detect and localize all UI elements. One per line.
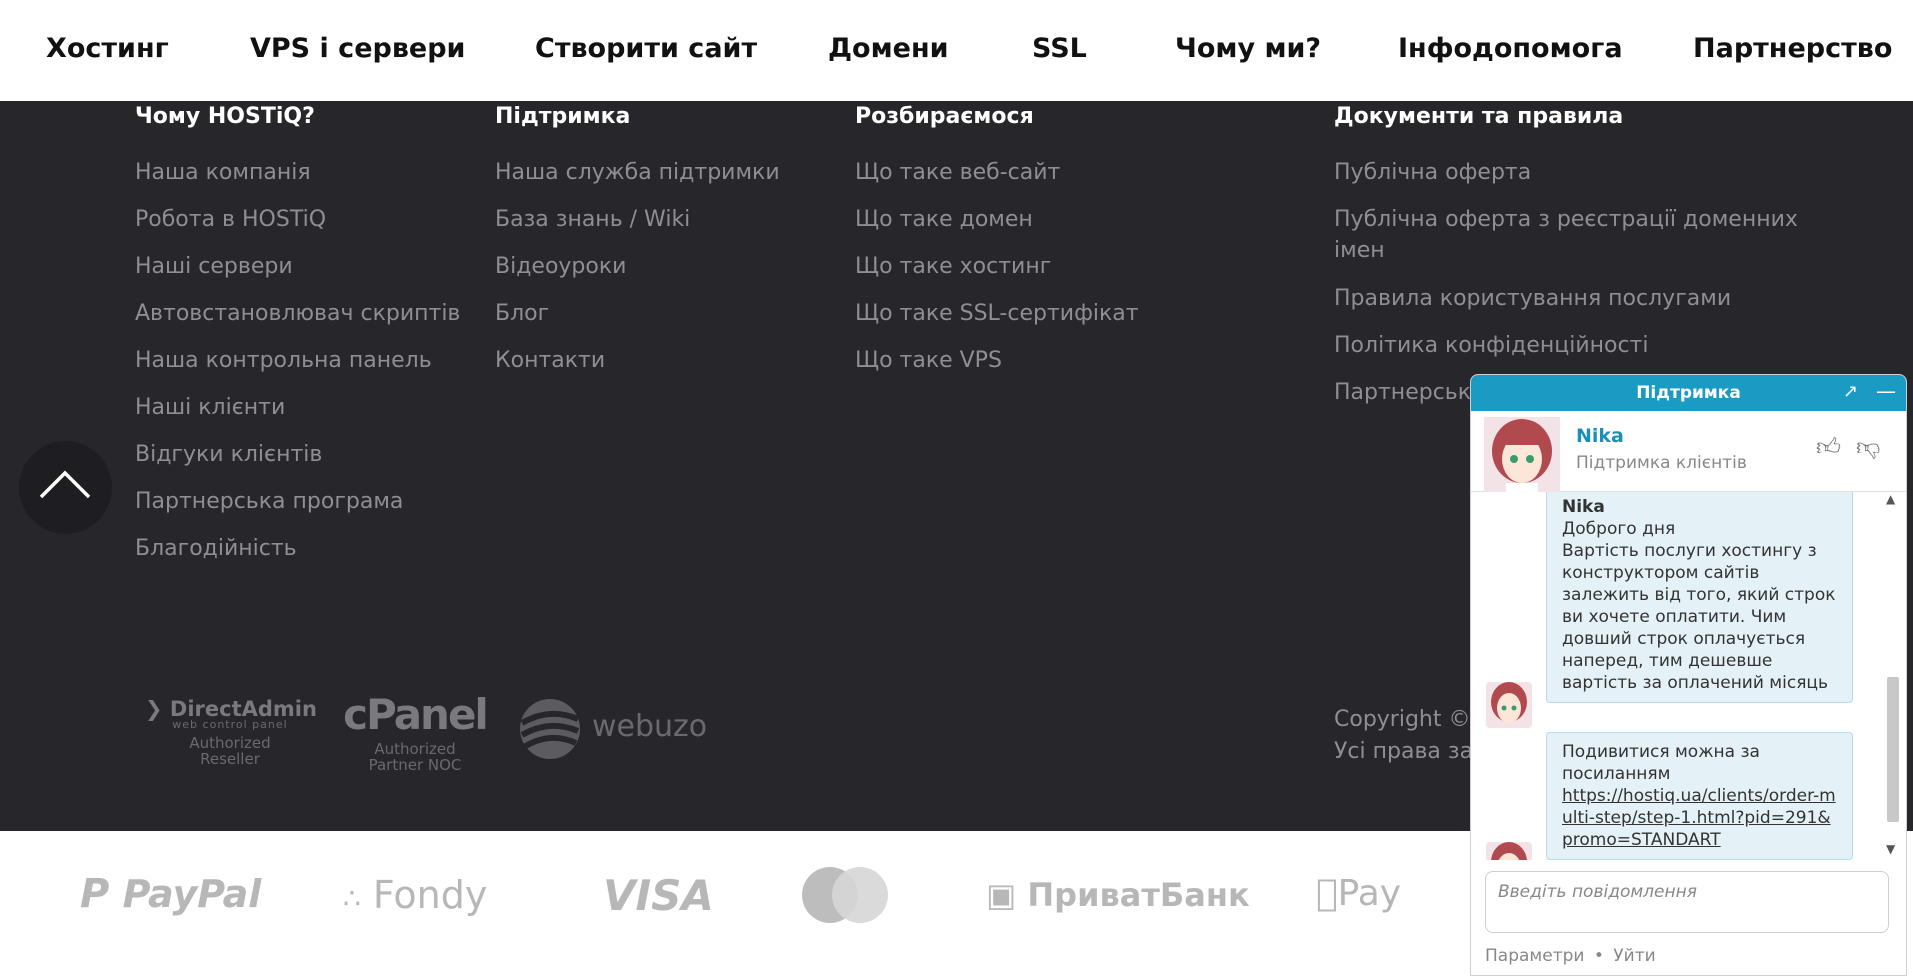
directadmin-logo: ❯ DirectAdmin web control panel Authoriz… <box>145 697 317 768</box>
cpanel-name: cPanel <box>343 690 489 739</box>
message-line: Доброго дня <box>1562 519 1676 539</box>
nav-hosting[interactable]: Хостинг <box>46 33 169 64</box>
footer-link[interactable]: Правила користування послугами <box>1334 283 1731 314</box>
footer-link[interactable]: Наші сервери <box>135 251 293 282</box>
chevron-up-icon <box>39 470 91 499</box>
cpanel-caption: Authorized Partner NOC <box>368 740 462 774</box>
footer-link[interactable]: Що таке хостинг <box>855 251 1051 282</box>
fondy-dots-icon: ∴ <box>343 882 361 915</box>
footer-link[interactable]: Що таке веб-сайт <box>855 157 1060 188</box>
apple-pay-logo: Pay <box>1316 873 1401 914</box>
footer-link[interactable]: Відгуки клієнтів <box>135 439 322 470</box>
footer-col-heading: Документи та правила <box>1334 104 1624 129</box>
paypal-logo: P PayPal <box>80 871 261 917</box>
footer-link[interactable]: Наші клієнти <box>135 392 285 423</box>
nav-create-site[interactable]: Створити сайт <box>535 33 757 64</box>
footer-link[interactable]: Що таке VPS <box>855 345 1002 376</box>
agent-avatar-image <box>1484 417 1560 493</box>
footer-link[interactable]: Робота в HOSTiQ <box>135 204 326 235</box>
webuzo-globe-icon <box>520 699 580 759</box>
mastercard-circles-icon <box>802 867 888 923</box>
chat-title: Підтримка <box>1636 383 1741 403</box>
scroll-to-top-button[interactable] <box>19 441 112 534</box>
footer-link[interactable]: База знань / Wiki <box>495 204 690 235</box>
message-sender: Nika <box>1562 497 1605 517</box>
fondy-logo: ∴ Fondy <box>343 873 487 917</box>
webuzo-logo: webuzo <box>518 697 707 761</box>
thumbs-up-icon[interactable]: 👍︎ <box>1816 433 1841 462</box>
footer-link[interactable]: Контакти <box>495 345 605 376</box>
footer-col-heading: Підтримка <box>495 104 631 129</box>
footer-link[interactable]: Автовстановлювач скриптів <box>135 298 460 329</box>
footer-separator: • <box>1593 946 1604 966</box>
top-navigation: Хостинг VPS і сервери Створити сайт Доме… <box>0 0 1913 102</box>
chat-message: Nika Доброго дня Вартість послуги хостин… <box>1546 492 1853 703</box>
nav-partnership[interactable]: Партнерство <box>1693 33 1892 64</box>
footer-link[interactable]: Благодійність <box>135 533 297 564</box>
chat-settings-link[interactable]: Параметри <box>1485 946 1584 966</box>
thumbs-down-icon[interactable]: 👎︎ <box>1856 433 1880 462</box>
agent-avatar-small <box>1486 682 1532 728</box>
footer-link[interactable]: Відеоуроки <box>495 251 626 282</box>
chat-messages: Nika Доброго дня Вартість послуги хостин… <box>1471 492 1906 860</box>
nav-ssl[interactable]: SSL <box>1032 33 1087 64</box>
webuzo-name: webuzo <box>592 709 708 744</box>
footer-col-heading: Чому HOSTiQ? <box>135 104 315 129</box>
footer-link[interactable]: Політика конфіденційності <box>1334 330 1649 361</box>
visa-logo: VISA <box>603 871 714 920</box>
agent-avatar-small <box>1486 842 1532 860</box>
directadmin-caption: Authorized Reseller <box>189 734 271 768</box>
nav-why-us[interactable]: Чому ми? <box>1175 33 1321 64</box>
apple-icon:  <box>1316 873 1338 914</box>
footer-link[interactable]: Що таке SSL-сертифікат <box>855 298 1139 329</box>
message-text: Подивитися можна за посиланням <box>1562 742 1760 784</box>
footer-link[interactable]: Блог <box>495 298 549 329</box>
footer-link[interactable]: Партнерська програма <box>135 486 403 517</box>
scrollbar-thumb[interactable] <box>1887 677 1899 822</box>
footer-link[interactable]: Наша служба підтримки <box>495 157 780 188</box>
fondy-label: Fondy <box>372 873 488 917</box>
directadmin-arrow-icon: ❯ <box>145 697 163 721</box>
privatbank-logo: ▣ ПриватБанк <box>986 876 1250 914</box>
chat-header: Підтримка ↗ — <box>1471 375 1906 411</box>
footer-link[interactable]: Партнерськ <box>1334 377 1471 408</box>
scroll-up-arrow-icon[interactable]: ▲ <box>1886 492 1895 506</box>
support-chat-widget: Підтримка ↗ — Nika Підтримка клієнтів 👍︎… <box>1470 374 1907 976</box>
scroll-down-arrow-icon[interactable]: ▼ <box>1886 842 1895 856</box>
chat-agent-bar: Nika Підтримка клієнтів 👍︎ 👎︎ <box>1471 411 1906 493</box>
nav-info-help[interactable]: Інфодопомога <box>1398 33 1623 64</box>
mastercard-logo <box>800 866 890 924</box>
paypal-p-icon: P <box>80 871 110 917</box>
rights-text: Усі права за <box>1334 739 1474 764</box>
agent-role: Підтримка клієнтів <box>1576 453 1747 473</box>
message-link[interactable]: https://hostiq.ua/clients/order-multi-st… <box>1562 786 1836 850</box>
chat-message-input[interactable]: Введіть повідомлення <box>1485 871 1889 933</box>
paypal-label: PayPal <box>122 872 262 916</box>
chat-message: Подивитися можна за посиланням https://h… <box>1546 732 1853 860</box>
cpanel-logo: cPanel Authorized Partner NOC <box>340 690 490 773</box>
privatbank-label: ПриватБанк <box>1027 876 1250 914</box>
chat-leave-link[interactable]: Уйти <box>1613 946 1655 966</box>
footer-link[interactable]: Наша компанія <box>135 157 311 188</box>
minimize-icon[interactable]: — <box>1876 379 1896 403</box>
nav-domains[interactable]: Домени <box>828 33 949 64</box>
agent-avatar <box>1484 417 1560 493</box>
footer-link[interactable]: Публічна оферта <box>1334 157 1531 188</box>
nav-vps-servers[interactable]: VPS і сервери <box>250 33 465 64</box>
footer-col-heading: Розбираємося <box>855 104 1034 129</box>
footer-link[interactable]: Що таке домен <box>855 204 1033 235</box>
message-line: Вартість послуги хостингу з конструкторо… <box>1562 541 1836 693</box>
message-avatar <box>1486 682 1532 728</box>
footer-link[interactable]: Наша контрольна панель <box>135 345 432 376</box>
apple-pay-label: Pay <box>1316 873 1401 914</box>
chat-footer: Параметри • Уйти <box>1485 946 1656 966</box>
privatbank-mark-icon: ▣ <box>986 876 1017 914</box>
message-avatar <box>1486 842 1532 860</box>
chat-scrollbar[interactable]: ▲ ▼ <box>1881 492 1903 860</box>
copyright-text: Copyright © <box>1334 707 1471 732</box>
footer-link[interactable]: Публічна оферта з реєстрації доменних ім… <box>1334 204 1804 266</box>
agent-name: Nika <box>1576 425 1624 447</box>
expand-icon[interactable]: ↗ <box>1843 381 1858 402</box>
